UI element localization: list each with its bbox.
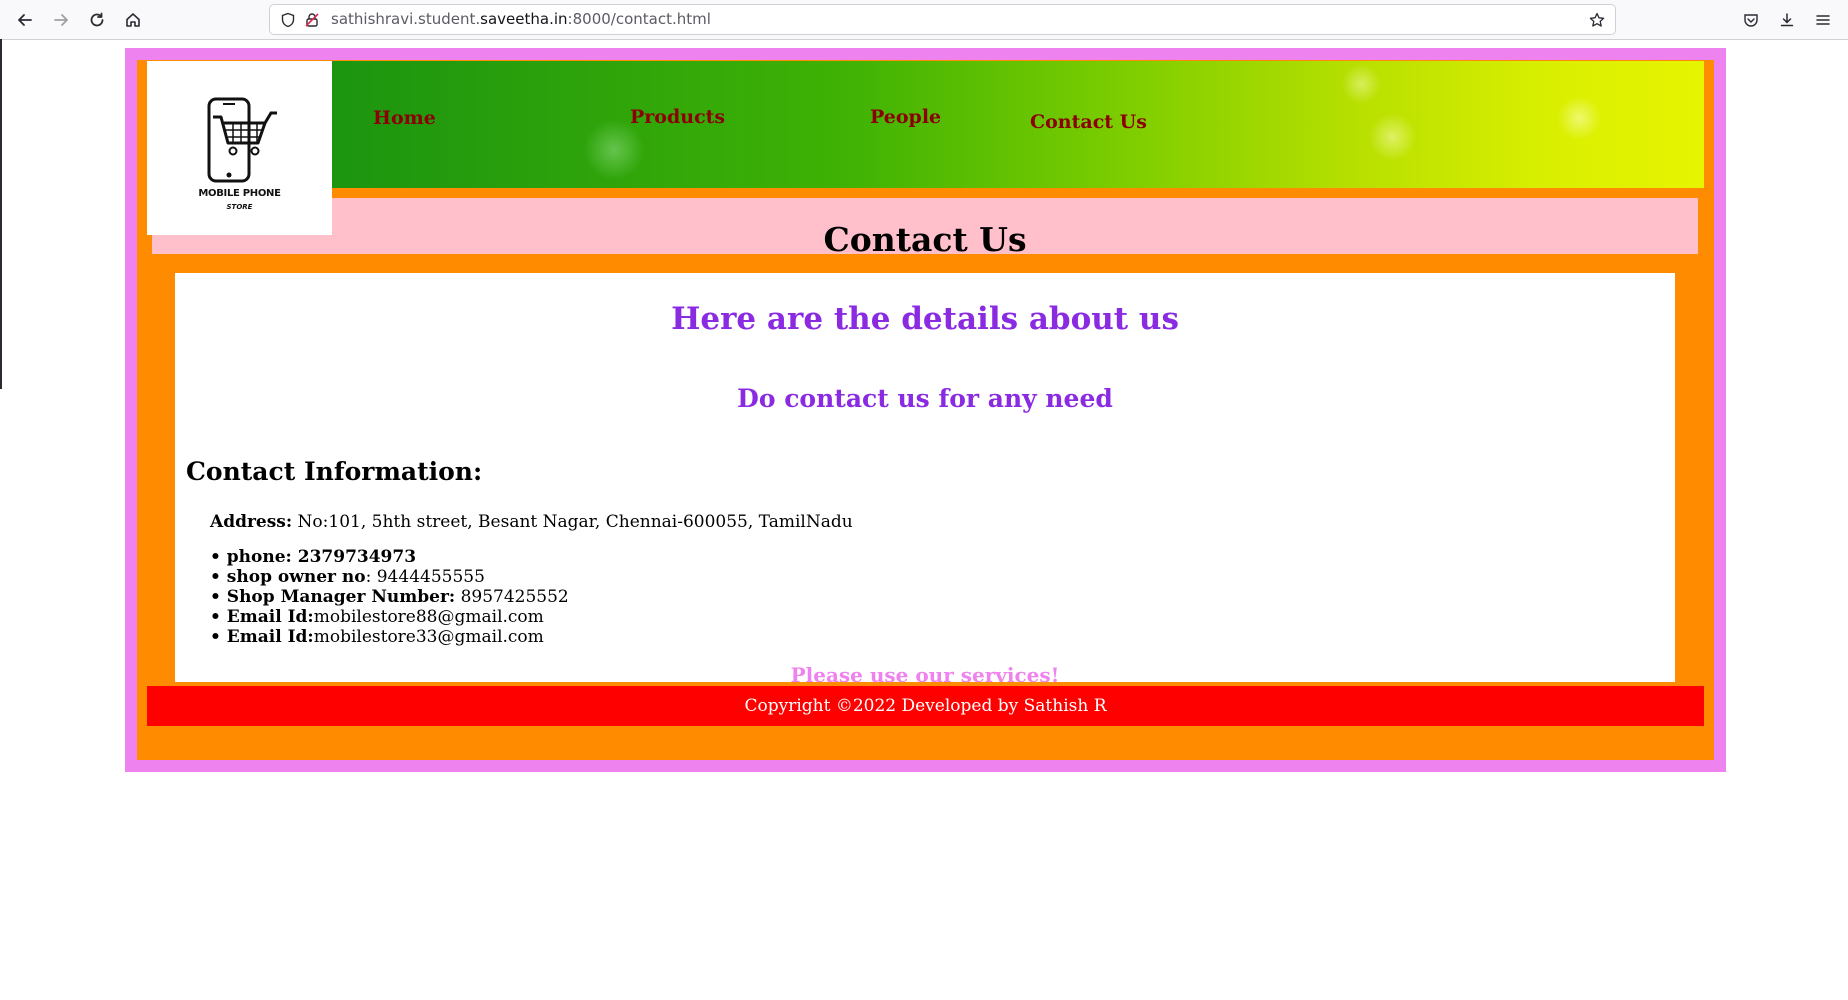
nav-products-link[interactable]: Products [630,106,725,128]
shield-icon[interactable] [276,8,300,32]
content-panel: Here are the details about us Do contact… [175,273,1675,687]
header-banner: Home Products People Contact Us [147,61,1704,188]
page-border: Home Products People Contact Us Contact … [125,48,1726,772]
download-icon[interactable] [1773,6,1801,34]
insecure-lock-icon[interactable] [300,8,324,32]
url-text[interactable]: sathishravi.student.saveetha.in:8000/con… [331,5,711,34]
copyright-text: Copyright ©2022 Developed by Sathish R [744,696,1107,716]
email-label: Email Id: [226,627,314,647]
manager-value: 8957425552 [455,587,569,607]
page-container: Home Products People Contact Us Contact … [137,60,1714,760]
manager-label: Shop Manager Number: [226,587,456,607]
address-label: Address: [210,512,293,532]
email-value: mobilestore88@gmail.com [313,607,544,627]
logo-subtitle: STORE [226,203,253,211]
nav-contact-link[interactable]: Contact Us [1030,111,1147,133]
nav-people-link[interactable]: People [870,106,941,128]
details-heading: Here are the details about us [671,301,1179,337]
logo-title: MOBILE PHONE [198,188,281,199]
phone-label: phone: 2379734973 [226,547,417,567]
list-item-email-1: Email Id:mobilestore88@gmail.com [210,607,569,627]
back-icon[interactable] [11,6,39,34]
address-line: Address: No:101, 5hth street, Besant Nag… [210,512,853,532]
page-title: Contact Us [823,220,1027,259]
reload-icon[interactable] [83,6,111,34]
owner-value: : 9444455555 [365,567,485,587]
phone-cart-icon [207,97,277,183]
store-logo[interactable]: MOBILE PHONE STORE [147,61,332,235]
home-icon[interactable] [119,6,147,34]
contact-list: phone: 2379734973 shop owner no: 9444455… [210,547,569,647]
pocket-icon[interactable] [1737,6,1765,34]
email-label: Email Id: [226,607,314,627]
list-item-owner: shop owner no: 9444455555 [210,567,569,587]
list-item-email-2: Email Id:mobilestore33@gmail.com [210,627,569,647]
owner-label: shop owner no [226,567,366,587]
closing-message: Please use our services! [790,663,1060,687]
title-band: Contact Us [152,198,1698,259]
footer: Copyright ©2022 Developed by Sathish R [147,686,1704,726]
contact-subheading: Do contact us for any need [737,384,1113,413]
nav-home-link[interactable]: Home [373,107,436,129]
browser-toolbar: sathishravi.student.saveetha.in:8000/con… [0,0,1848,40]
list-item-manager: Shop Manager Number: 8957425552 [210,587,569,607]
bookmark-star-icon[interactable] [1585,8,1609,32]
list-item-phone: phone: 2379734973 [210,547,569,567]
url-prefix: sathishravi.student. [331,10,481,28]
forward-icon[interactable] [47,6,75,34]
window-edge [0,39,2,389]
contact-info-heading: Contact Information: [186,457,483,486]
url-host: saveetha.in [480,10,568,28]
address-value: No:101, 5hth street, Besant Nagar, Chenn… [292,512,853,532]
url-path: :8000/contact.html [567,10,711,28]
email-value: mobilestore33@gmail.com [313,627,544,647]
menu-icon[interactable] [1809,6,1837,34]
address-bar[interactable]: sathishravi.student.saveetha.in:8000/con… [269,4,1616,35]
